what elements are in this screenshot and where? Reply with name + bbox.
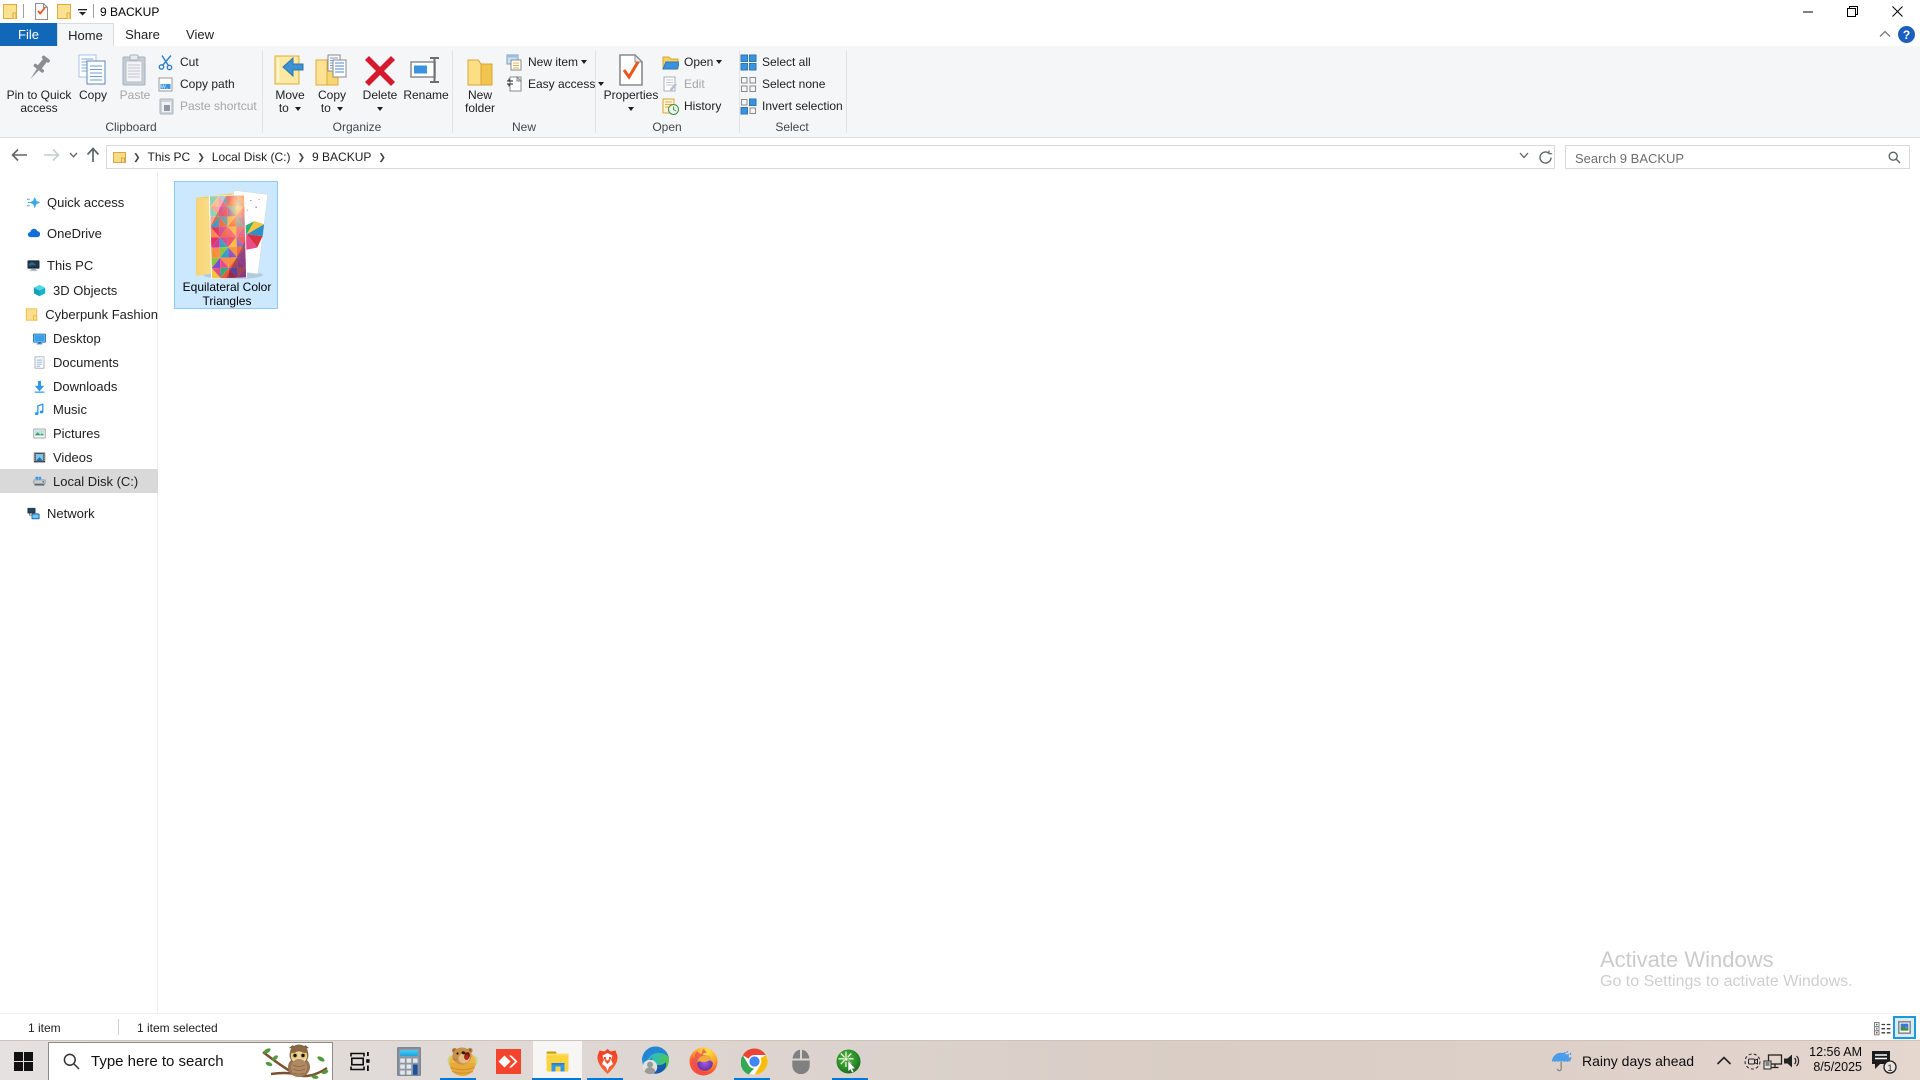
svg-text:1: 1 bbox=[1887, 1063, 1892, 1073]
svg-text:?: ? bbox=[1903, 28, 1910, 42]
svg-text:W..: W.. bbox=[161, 84, 168, 90]
